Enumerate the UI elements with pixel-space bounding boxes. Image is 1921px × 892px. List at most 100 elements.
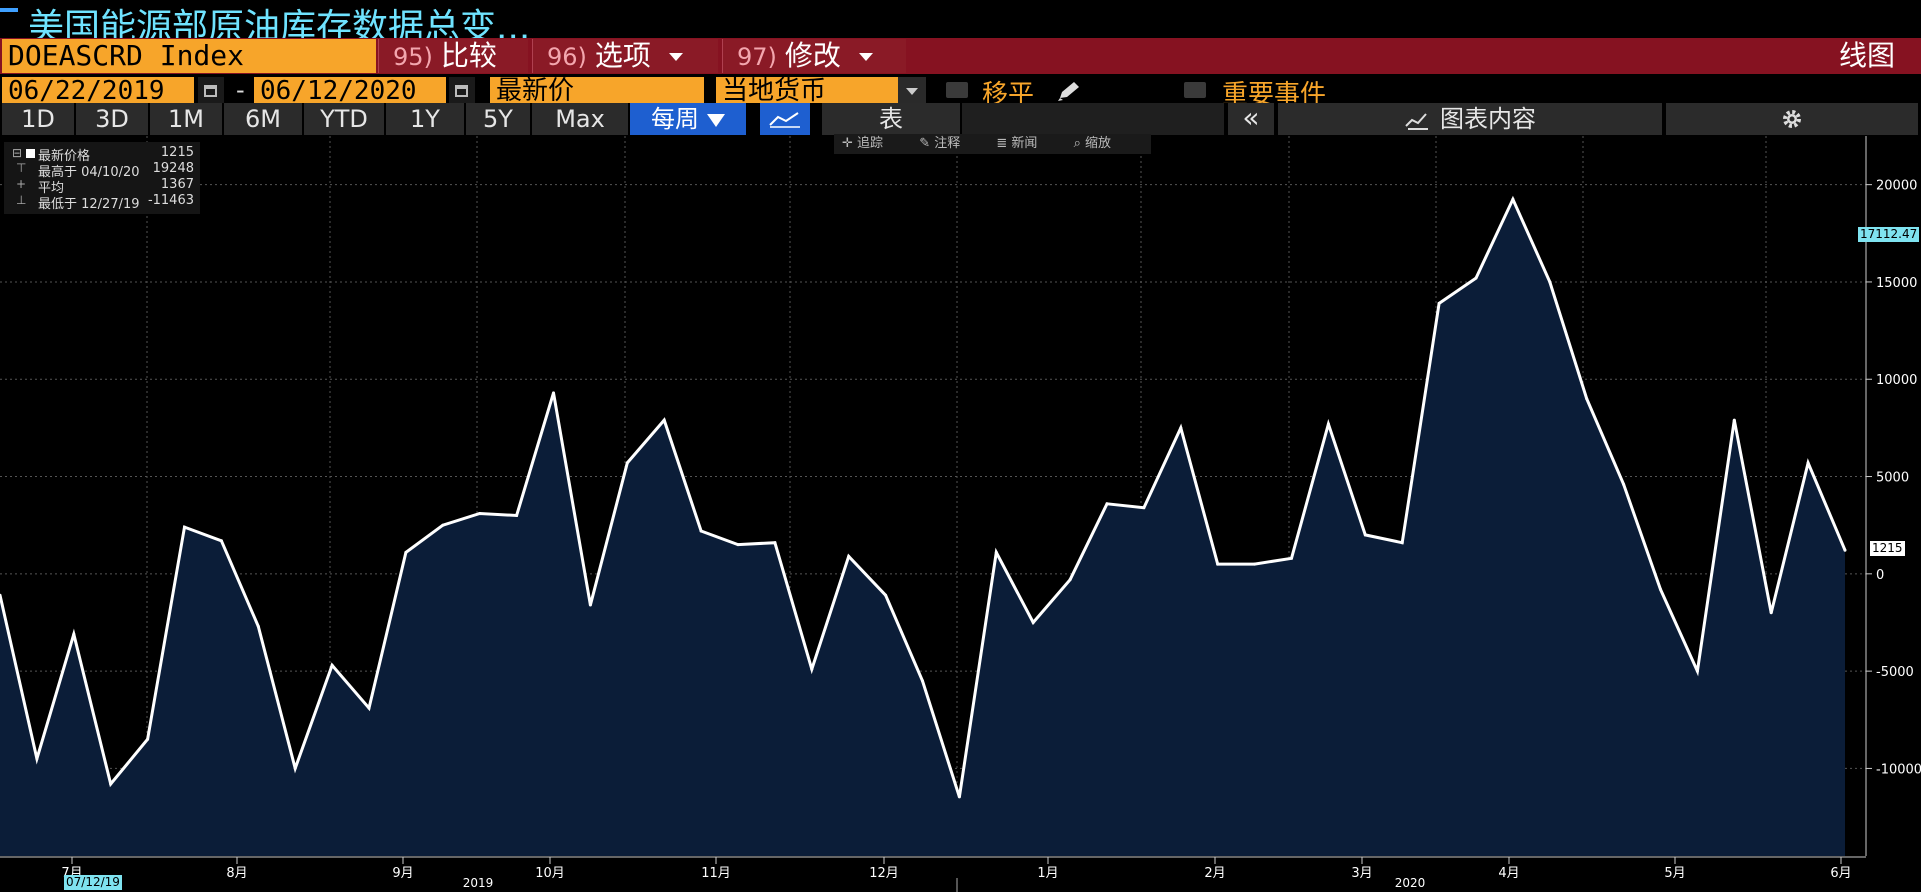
data-point bbox=[1622, 482, 1626, 486]
x-tick-label: 2月 bbox=[1204, 866, 1225, 881]
crosshair-tool[interactable]: ✛ 追踪 bbox=[842, 136, 899, 151]
chart-type-label[interactable]: 线图 bbox=[1839, 38, 1895, 74]
range-5y[interactable]: 5Y bbox=[466, 103, 530, 135]
range-6m[interactable]: 6M bbox=[224, 103, 302, 135]
data-point bbox=[1511, 197, 1515, 201]
line-chart-icon bbox=[769, 112, 800, 128]
pencil-icon[interactable] bbox=[1054, 80, 1084, 102]
compare-button[interactable]: 95) 比较 bbox=[378, 39, 528, 73]
data-point bbox=[994, 550, 998, 554]
double-chevron-left-icon: « bbox=[1242, 101, 1260, 134]
moving-avg-checkbox[interactable] bbox=[946, 82, 968, 98]
range-1d[interactable]: 1D bbox=[2, 103, 74, 135]
chart-content-icon bbox=[1405, 113, 1428, 130]
low-marker-icon: ⊥ bbox=[16, 193, 27, 207]
data-point bbox=[109, 782, 113, 786]
options-label: 选项 bbox=[594, 39, 651, 72]
range-max[interactable]: Max bbox=[532, 103, 628, 135]
line-chart-button[interactable] bbox=[760, 103, 810, 135]
compare-label: 比较 bbox=[440, 39, 497, 72]
legend-low-value: -11463 bbox=[147, 193, 194, 208]
x-tick-label: 4月 bbox=[1498, 866, 1519, 881]
calendar-icon[interactable] bbox=[198, 77, 224, 105]
series-area bbox=[0, 199, 1845, 857]
ticker-field[interactable]: DOEASCRD Index bbox=[2, 39, 376, 73]
data-point bbox=[146, 737, 150, 741]
options-button[interactable]: 96) 选项 bbox=[532, 39, 718, 73]
start-date-field[interactable]: 06/22/2019 bbox=[2, 77, 194, 105]
collapse-button[interactable]: « bbox=[1228, 103, 1274, 135]
legend-swatch bbox=[26, 149, 35, 158]
price-field-select[interactable]: 最新价 bbox=[490, 77, 704, 105]
x-tick-label: 11月 bbox=[701, 866, 731, 881]
title-marker bbox=[0, 8, 18, 12]
data-point bbox=[1326, 422, 1330, 426]
data-point bbox=[1363, 533, 1367, 537]
currency-dropdown-icon[interactable] bbox=[898, 77, 926, 105]
data-point bbox=[921, 679, 924, 683]
chart-content-button[interactable]: 图表内容 bbox=[1278, 103, 1662, 135]
data-point bbox=[662, 418, 666, 422]
range-ytd[interactable]: YTD bbox=[304, 103, 384, 135]
calendar-icon[interactable] bbox=[449, 77, 475, 105]
data-point bbox=[1474, 276, 1478, 280]
legend-avg-value: 1367 bbox=[160, 177, 194, 192]
range-3d[interactable]: 3D bbox=[76, 103, 148, 135]
settings-button[interactable] bbox=[1666, 103, 1918, 135]
legend-collapse-icon[interactable]: ⊟ bbox=[12, 146, 22, 160]
data-point bbox=[330, 663, 334, 667]
data-point bbox=[884, 593, 888, 597]
data-point bbox=[515, 513, 519, 517]
data-point bbox=[72, 632, 76, 636]
price-chart[interactable]: 20000150001000050000-5000-10000 7月 8月 9月 10… bbox=[0, 136, 1921, 892]
x-tick-label: 8月 bbox=[226, 866, 247, 881]
range-1y[interactable]: 1Y bbox=[386, 103, 464, 135]
data-point bbox=[810, 667, 814, 671]
currency-select[interactable]: 当地货币 bbox=[716, 77, 898, 105]
data-point bbox=[183, 525, 186, 529]
annotate-tool-label: 注释 bbox=[934, 136, 961, 151]
chevron-down-icon bbox=[858, 53, 873, 61]
x-tick-label: 12月 bbox=[869, 866, 899, 881]
data-point bbox=[1843, 548, 1847, 552]
data-point bbox=[1732, 418, 1736, 422]
zoom-tool-label: 缩放 bbox=[1084, 136, 1111, 151]
zoom-tool[interactable]: ⌕ 缩放 bbox=[1074, 136, 1127, 151]
title-bar: 美国能源部原油库存数据总变... bbox=[0, 0, 1921, 48]
crosshair-tool-label: 追踪 bbox=[857, 136, 884, 151]
period-label: 每周 bbox=[651, 105, 699, 133]
options-num: 96) bbox=[547, 43, 587, 71]
legend-low-label: 最低于 12/27/19 bbox=[38, 197, 140, 212]
data-point bbox=[1769, 611, 1773, 615]
x-tick-label: 9月 bbox=[392, 866, 413, 881]
data-point bbox=[1695, 669, 1699, 673]
data-point bbox=[256, 624, 260, 628]
chart-legend: ⊟ 最新价格 1215 ⊤ 最高于 04/10/20 19248 + 平均 13… bbox=[4, 142, 200, 214]
compare-num: 95) bbox=[393, 43, 433, 71]
chevron-down-icon bbox=[668, 53, 683, 61]
end-date-field[interactable]: 06/12/2020 bbox=[254, 77, 446, 105]
range-1m[interactable]: 1M bbox=[150, 103, 222, 135]
data-point bbox=[1806, 461, 1810, 465]
gear-icon bbox=[1783, 110, 1801, 128]
y-tick-label: -5000 bbox=[1876, 665, 1914, 680]
annotate-tool[interactable]: ✎ 注释 bbox=[919, 136, 976, 151]
x-year-label: 2019 bbox=[463, 876, 494, 890]
news-tool[interactable]: ≣ 新闻 bbox=[996, 136, 1053, 151]
caret-down-icon bbox=[707, 113, 725, 127]
data-point bbox=[1105, 502, 1109, 506]
range-bar-spacer bbox=[962, 103, 1224, 135]
avg-marker-icon: + bbox=[16, 177, 27, 191]
table-button[interactable]: 表 bbox=[822, 103, 960, 135]
legend-last-value: 1215 bbox=[160, 145, 194, 160]
edit-button[interactable]: 97) 修改 bbox=[722, 39, 906, 73]
x-tick-label: 10月 bbox=[535, 866, 565, 881]
x-year-label: 2020 bbox=[1395, 876, 1426, 890]
edit-label: 修改 bbox=[784, 39, 841, 72]
data-point bbox=[404, 550, 408, 554]
start-date-badge: 07/12/19 bbox=[64, 875, 122, 890]
data-point bbox=[367, 706, 371, 710]
period-select[interactable]: 每周 bbox=[630, 103, 746, 135]
data-point bbox=[1216, 562, 1220, 566]
events-checkbox[interactable] bbox=[1184, 82, 1206, 98]
